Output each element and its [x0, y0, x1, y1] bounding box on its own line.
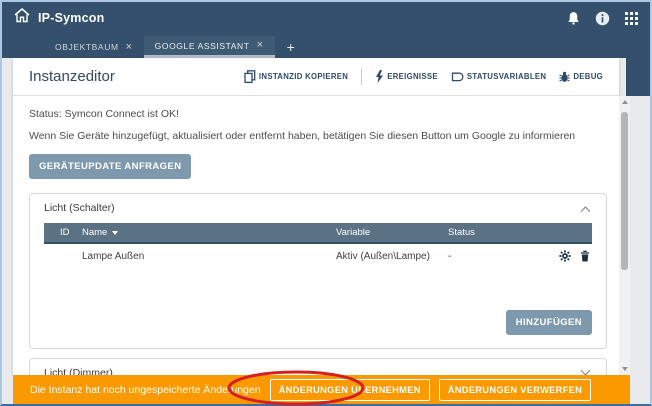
editor-content: Status: Symcon Connect ist OK! Wenn Sie … [13, 96, 619, 375]
column-name-label: Name [82, 227, 107, 238]
tool-label: DEBUG [573, 72, 603, 81]
home-icon[interactable] [14, 8, 30, 28]
unsaved-changes-message: Die Instanz hat noch ungespeicherte Ände… [30, 384, 261, 396]
tool-label: EREIGNISSE [387, 72, 438, 81]
settings-gear-icon[interactable] [559, 250, 571, 262]
column-status: Status [448, 227, 512, 238]
editor-toolbar: INSTANZID KOPIEREN EREIGNISSE STATUSVARI… [244, 68, 603, 85]
topbar-actions [567, 11, 638, 26]
app-title: IP-Symcon [38, 11, 104, 25]
instance-editor-panel: Instanzeditor INSTANZID KOPIEREN EREIGNI… [13, 58, 619, 375]
ip-symcon-console: IP-Symcon OBJEKTBAUM × GOOGLE ASSISTANT … [0, 0, 652, 406]
tool-label: INSTANZID KOPIEREN [259, 72, 348, 81]
page-title: Instanzeditor [29, 68, 115, 85]
header-corner-block [626, 36, 652, 96]
request-device-update-button[interactable]: GERÄTEUPDATE ANFRAGEN [29, 154, 191, 179]
vertical-scrollbar[interactable] [619, 96, 630, 375]
new-tab-button[interactable]: + [275, 36, 307, 58]
tab-objektbaum[interactable]: OBJEKTBAUM × [44, 36, 144, 58]
bug-icon [559, 71, 570, 83]
cell-status: - [448, 251, 512, 262]
chevron-up-icon[interactable] [581, 206, 591, 216]
debug-button[interactable]: DEBUG [559, 71, 603, 83]
toolbar-divider [361, 68, 362, 85]
status-text: Status: Symcon Connect ist OK! [29, 108, 603, 120]
lightning-icon [375, 70, 384, 83]
light-dimmer-section: Licht (Dimmer) [29, 358, 607, 375]
top-app-bar: IP-Symcon [0, 0, 652, 36]
light-dimmer-section-header[interactable]: Licht (Dimmer) [30, 359, 606, 375]
light-switch-section-header[interactable]: Licht (Schalter) [30, 194, 606, 220]
sort-caret-icon [112, 231, 118, 235]
copy-instance-id-button[interactable]: INSTANZID KOPIEREN [244, 70, 348, 83]
apply-changes-button[interactable]: ÄNDERUNGEN ÜBERNEHMEN [270, 379, 430, 401]
close-icon[interactable]: × [257, 40, 264, 51]
tab-google-assistant[interactable]: GOOGLE ASSISTANT × [144, 36, 275, 58]
tab-label: OBJEKTBAUM [55, 42, 119, 52]
info-icon[interactable] [595, 11, 610, 26]
add-device-button[interactable]: HINZUFÜGEN [506, 310, 592, 335]
tag-icon [451, 72, 464, 82]
scroll-up-arrow[interactable] [619, 96, 630, 108]
events-button[interactable]: EREIGNISSE [375, 70, 438, 83]
apps-grid-icon[interactable] [625, 12, 638, 25]
section-title: Licht (Dimmer) [44, 367, 113, 375]
copy-icon [244, 70, 256, 83]
table-header-row: ID Name Variable Status [44, 223, 592, 244]
row-actions [512, 250, 592, 262]
tab-label: GOOGLE ASSISTANT [155, 41, 250, 51]
close-icon[interactable]: × [126, 42, 133, 53]
cell-name: Lampe Außen [82, 251, 336, 262]
column-name[interactable]: Name [82, 227, 336, 238]
table-row[interactable]: Lampe Außen Aktiv (Außen\Lampe) - [44, 244, 592, 268]
bell-icon[interactable] [567, 11, 580, 25]
column-id: ID [44, 227, 82, 238]
tool-label: STATUSVARIABLEN [467, 72, 546, 81]
tab-bar: OBJEKTBAUM × GOOGLE ASSISTANT × + [0, 36, 652, 58]
section-title: Licht (Schalter) [44, 202, 115, 214]
device-table: ID Name Variable Status Lampe Außen Akti… [44, 223, 592, 268]
scroll-down-arrow[interactable] [619, 363, 630, 375]
triangle-up-icon [622, 100, 628, 104]
scrollbar-thumb[interactable] [621, 112, 628, 270]
unsaved-changes-bar: Die Instanz hat noch ungespeicherte Ände… [13, 375, 630, 404]
column-variable: Variable [336, 227, 448, 238]
triangle-down-icon [622, 367, 628, 371]
delete-trash-icon[interactable] [580, 250, 590, 262]
chevron-down-icon[interactable] [581, 365, 591, 375]
status-variables-button[interactable]: STATUSVARIABLEN [451, 72, 546, 82]
panel-header: Instanzeditor INSTANZID KOPIEREN EREIGNI… [13, 58, 619, 96]
discard-changes-button[interactable]: ÄNDERUNGEN VERWERFEN [439, 379, 591, 401]
cell-variable: Aktiv (Außen\Lampe) [336, 251, 448, 262]
info-text: Wenn Sie Geräte hinzugefügt, aktualisier… [29, 130, 603, 142]
light-switch-section: Licht (Schalter) ID Name Variable Status… [29, 193, 607, 349]
